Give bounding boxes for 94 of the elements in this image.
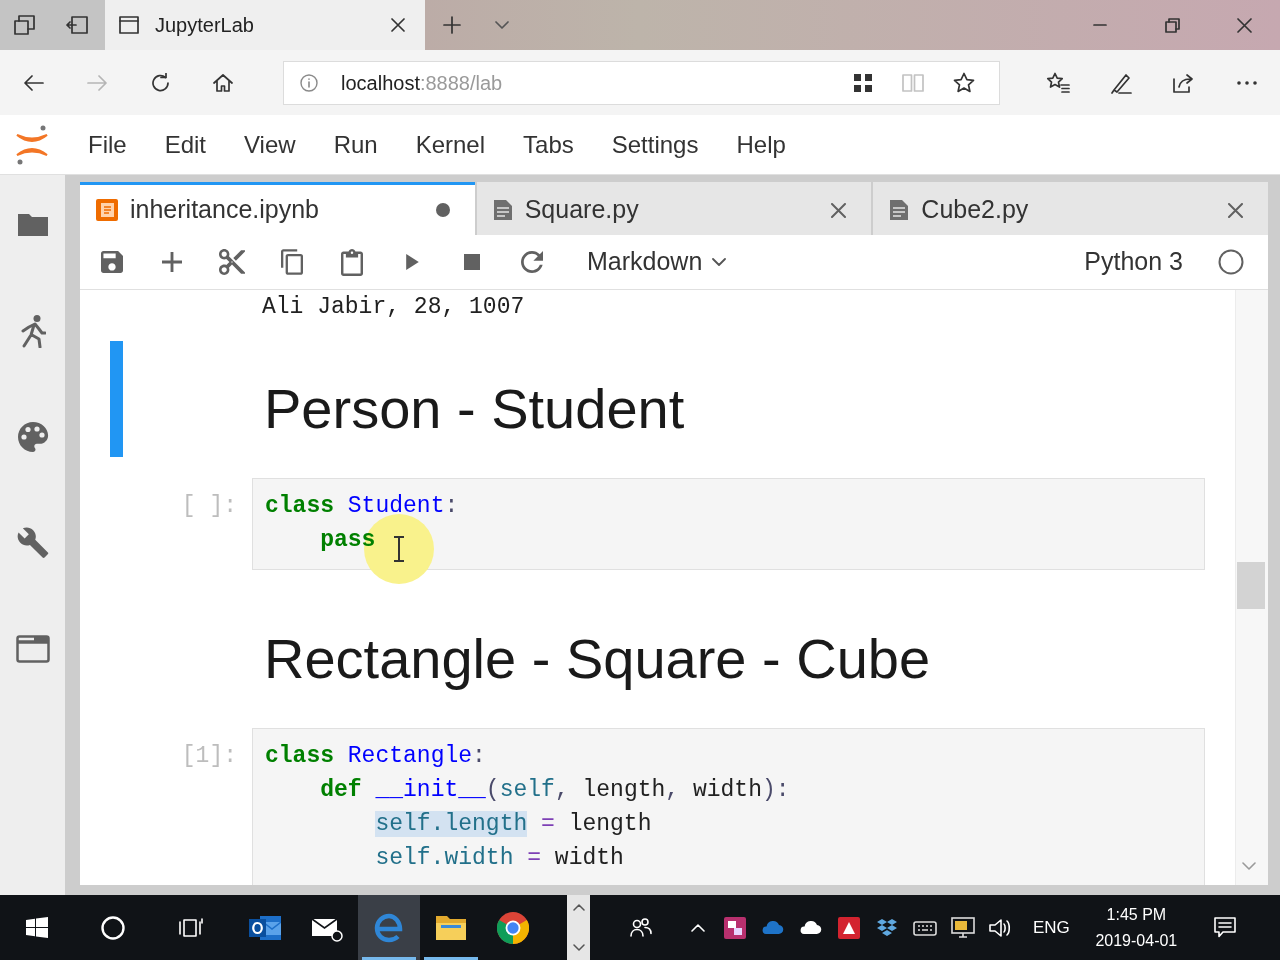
- info-icon: [300, 73, 318, 92]
- output-text: Ali Jabir, 28, 1007: [262, 294, 525, 320]
- run-icon[interactable]: [405, 254, 419, 270]
- notebook-icon: [96, 199, 118, 221]
- app-icon[interactable]: [724, 916, 746, 939]
- code-line: class Rectangle:: [265, 742, 486, 771]
- document-tab[interactable]: Square.py: [476, 182, 872, 235]
- file-icon: [889, 199, 910, 221]
- page-icon: [119, 16, 139, 34]
- scissors-icon[interactable]: [219, 249, 245, 275]
- pen-icon[interactable]: [1109, 71, 1132, 94]
- folder-icon[interactable]: [16, 213, 49, 237]
- star-list-icon[interactable]: [1045, 72, 1070, 93]
- menu-item[interactable]: Help: [717, 126, 805, 163]
- more-icon[interactable]: [1236, 80, 1257, 85]
- scroll-up-icon[interactable]: [572, 904, 585, 911]
- palette-icon[interactable]: [16, 421, 49, 453]
- logo-icon: [15, 124, 49, 165]
- tab-title: Square.py: [524, 194, 639, 226]
- window-icon[interactable]: [15, 635, 50, 663]
- cloud-icon[interactable]: [799, 920, 823, 935]
- squares-icon[interactable]: [853, 72, 873, 93]
- tab-title: JupyterLab: [155, 13, 254, 38]
- close-icon[interactable]: [831, 202, 847, 218]
- tab-title: inheritance.ipynb: [130, 194, 319, 226]
- clipboard-icon[interactable]: [341, 248, 363, 276]
- code-line: self.length = length: [375, 810, 652, 839]
- wrench-icon[interactable]: [16, 527, 49, 559]
- restore-icon[interactable]: [1164, 17, 1180, 33]
- menu-item[interactable]: Settings: [592, 126, 718, 163]
- input-prompt: [ ]:: [181, 492, 237, 521]
- code-line: class Student:: [265, 492, 459, 521]
- code-line: pass: [320, 526, 376, 555]
- scrollbar[interactable]: [1235, 290, 1268, 885]
- code-input[interactable]: class Student: pass: [252, 478, 1205, 570]
- close-icon[interactable]: [391, 18, 405, 32]
- cell-type-dropdown[interactable]: Markdown: [575, 239, 739, 285]
- tab-title: Cube2.py: [921, 194, 1029, 226]
- runner-icon[interactable]: [19, 314, 46, 348]
- star-icon[interactable]: [953, 72, 975, 93]
- code-line: self.width = width: [375, 844, 624, 873]
- code-input[interactable]: class Rectangle: def __init__(self, length, width): self.length = length self.width = width: [252, 728, 1205, 885]
- task-view-icon[interactable]: [179, 917, 203, 938]
- language-indicator[interactable]: ENG: [1033, 914, 1070, 941]
- back-icon[interactable]: [23, 74, 44, 91]
- speaker-icon[interactable]: [989, 917, 1013, 938]
- menu-item[interactable]: Kernel: [396, 126, 505, 163]
- device-icon[interactable]: [913, 918, 937, 937]
- app-icon[interactable]: [838, 916, 860, 939]
- add-icon[interactable]: [162, 252, 182, 272]
- document-tab[interactable]: Cube2.py: [873, 182, 1268, 235]
- menu-item[interactable]: View: [225, 126, 315, 163]
- e-logo-icon: [374, 912, 404, 943]
- menu-item[interactable]: File: [69, 126, 146, 163]
- file-icon: [492, 199, 513, 221]
- markdown-heading: Person - Student: [264, 377, 685, 441]
- chevron-up-icon[interactable]: [691, 923, 705, 932]
- input-prompt: [1]:: [181, 742, 237, 771]
- box-icon[interactable]: [876, 917, 898, 938]
- clock-date[interactable]: 2019-04-01: [1095, 927, 1178, 954]
- browser-logo-icon: [497, 911, 529, 944]
- window-arrow-icon[interactable]: [66, 16, 89, 34]
- share-icon[interactable]: [1172, 72, 1195, 93]
- folder-icon: [435, 914, 467, 941]
- chevron-down-icon[interactable]: [495, 21, 509, 29]
- notification-icon[interactable]: [1213, 917, 1236, 938]
- browser-tab[interactable]: JupyterLab: [105, 0, 425, 50]
- plus-icon[interactable]: [443, 16, 461, 34]
- kernel-name[interactable]: Python 3: [1084, 243, 1183, 281]
- monitor-icon[interactable]: [951, 916, 975, 939]
- clock-time[interactable]: 1:45 PM: [1106, 901, 1167, 928]
- menu-item[interactable]: Run: [314, 126, 397, 163]
- code-line: def __init__(self, length, width):: [320, 776, 790, 805]
- menu-item[interactable]: Edit: [145, 126, 226, 163]
- markdown-heading: Rectangle - Square - Cube: [264, 627, 931, 691]
- scroll-down-icon[interactable]: [572, 944, 585, 951]
- home-icon[interactable]: [212, 73, 233, 92]
- address-field[interactable]: localhost:8888/lab: [283, 60, 1000, 105]
- copy-icon[interactable]: [281, 249, 303, 275]
- url-text: localhost:8888/lab: [341, 70, 503, 96]
- scrollbar-thumb[interactable]: [1237, 562, 1265, 609]
- stacked-windows-icon[interactable]: [14, 15, 36, 35]
- people-icon[interactable]: [630, 918, 652, 937]
- scroll-down-icon[interactable]: [1242, 862, 1256, 870]
- ring-icon[interactable]: [101, 915, 125, 940]
- close-icon[interactable]: [1228, 202, 1243, 218]
- save-icon[interactable]: [101, 251, 123, 273]
- document-tab[interactable]: inheritance.ipynb: [80, 182, 475, 235]
- start-icon[interactable]: [26, 917, 48, 938]
- caret-icon: [712, 258, 727, 266]
- restart-icon[interactable]: [521, 251, 543, 273]
- refresh-icon[interactable]: [150, 73, 169, 92]
- menu-item[interactable]: Tabs: [504, 126, 593, 163]
- close-icon[interactable]: [1236, 17, 1252, 33]
